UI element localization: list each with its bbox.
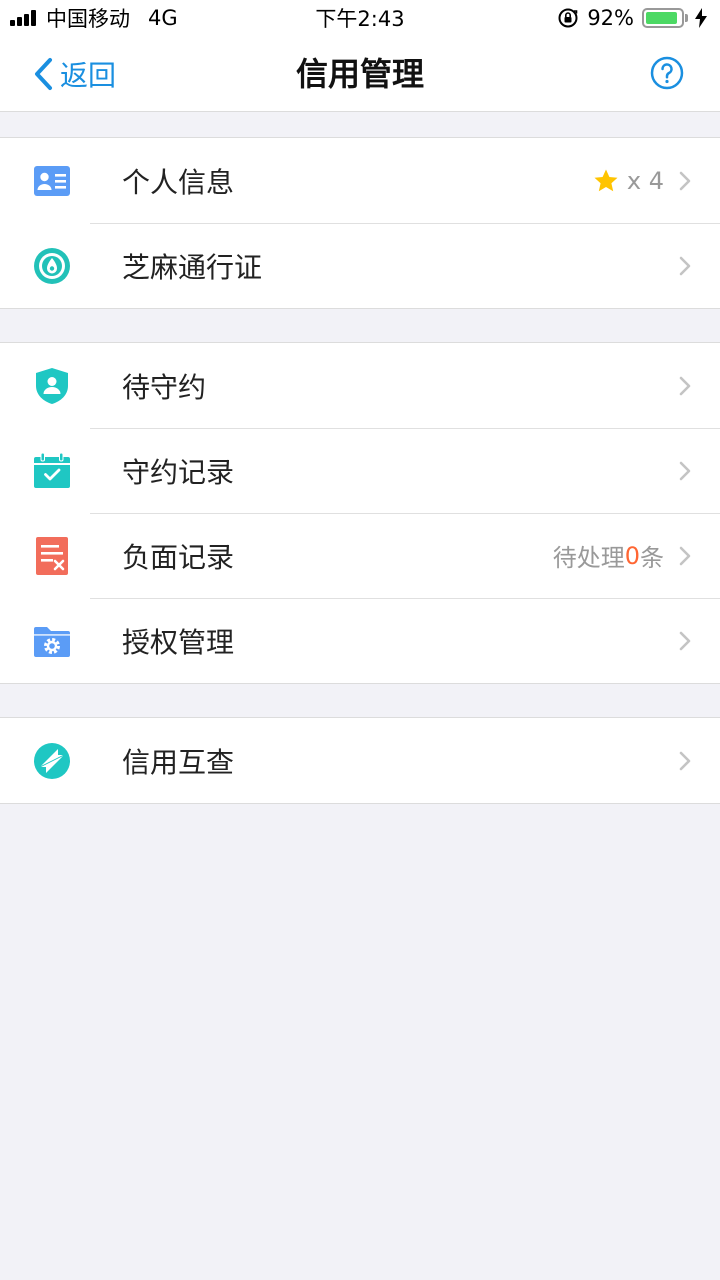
rotation-lock-icon bbox=[558, 8, 578, 28]
pending-prefix: 待处理 bbox=[552, 544, 625, 572]
chevron-right-icon bbox=[679, 376, 691, 395]
status-right: 92% bbox=[557, 6, 708, 30]
help-icon[interactable] bbox=[650, 56, 684, 90]
shield-user-icon bbox=[36, 368, 68, 404]
battery-icon bbox=[642, 8, 688, 28]
chevron-right-icon bbox=[679, 461, 691, 480]
row-sesame-pass[interactable]: 芝麻通行证 bbox=[0, 223, 720, 308]
row-label: 个人信息 bbox=[122, 165, 235, 199]
navigation-bar: 返回 信用管理 bbox=[0, 36, 720, 112]
chevron-right-icon bbox=[679, 256, 691, 275]
row-label: 芝麻通行证 bbox=[122, 250, 263, 284]
row-negative-records[interactable]: 负面记录 待处理 0 条 bbox=[0, 513, 720, 598]
signal-icon bbox=[10, 10, 38, 26]
row-promise-records[interactable]: 守约记录 bbox=[0, 428, 720, 513]
id-card-icon bbox=[34, 166, 70, 196]
document-x-icon bbox=[36, 537, 68, 575]
star-count: x 4 bbox=[626, 166, 664, 195]
chevron-right-icon bbox=[679, 171, 691, 190]
battery-percent: 92% bbox=[587, 6, 634, 30]
row-authorization-management[interactable]: 授权管理 bbox=[0, 598, 720, 683]
row-personal-info[interactable]: 个人信息 x 4 bbox=[0, 138, 720, 223]
row-label: 授权管理 bbox=[122, 625, 235, 659]
chevron-right-icon bbox=[679, 546, 691, 565]
status-bar: 中国移动 4G 下午2:43 92% bbox=[0, 0, 720, 36]
pending-count-text: 待处理 0 条 bbox=[553, 538, 664, 573]
back-button[interactable]: 返回 bbox=[32, 36, 116, 112]
star-icon bbox=[594, 169, 618, 191]
back-label: 返回 bbox=[60, 59, 117, 92]
row-pending-promise[interactable]: 待守约 bbox=[0, 343, 720, 428]
folder-gear-icon bbox=[34, 627, 70, 657]
settings-group-1: 个人信息 x 4 芝麻通行证 bbox=[0, 137, 720, 309]
carrier-name: 中国移动 bbox=[46, 7, 130, 31]
row-label: 信用互查 bbox=[122, 745, 235, 779]
sesame-pass-icon bbox=[34, 248, 70, 284]
credit-exchange-icon bbox=[34, 743, 70, 779]
settings-group-2: 待守约 守约记录 负面记录 待处理 0 条 授权管理 bbox=[0, 342, 720, 684]
calendar-check-icon bbox=[34, 452, 70, 488]
pending-count: 0 bbox=[624, 541, 640, 570]
row-credit-mutual-check[interactable]: 信用互查 bbox=[0, 718, 720, 803]
row-label: 待守约 bbox=[122, 370, 207, 404]
star-rating: x 4 bbox=[593, 167, 664, 195]
chevron-right-icon bbox=[679, 751, 691, 770]
settings-group-3: 信用互查 bbox=[0, 717, 720, 804]
pending-suffix: 条 bbox=[640, 544, 664, 572]
chevron-left-icon bbox=[35, 58, 52, 90]
charging-icon bbox=[695, 8, 707, 28]
row-label: 守约记录 bbox=[122, 455, 235, 489]
network-type: 4G bbox=[148, 6, 178, 30]
chevron-right-icon bbox=[679, 631, 691, 650]
row-label: 负面记录 bbox=[122, 540, 235, 574]
status-left: 中国移动 4G bbox=[10, 3, 178, 33]
